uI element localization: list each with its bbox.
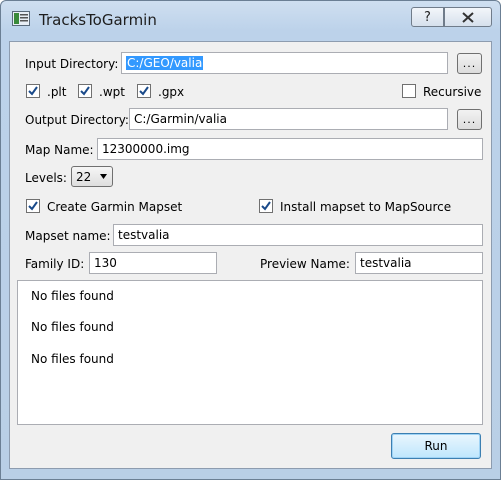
chevron-down-icon bbox=[100, 174, 107, 179]
recursive-checkbox[interactable] bbox=[402, 84, 416, 98]
preview-name-label: Preview Name: bbox=[260, 257, 350, 271]
check-icon bbox=[28, 201, 38, 211]
input-directory-field[interactable]: C:/GEO/valia bbox=[121, 52, 448, 74]
plt-checkbox[interactable] bbox=[26, 84, 40, 98]
close-button[interactable] bbox=[444, 7, 492, 27]
log-line: No files found bbox=[31, 289, 114, 303]
levels-value: 22 bbox=[76, 169, 92, 184]
input-browse-button[interactable]: ... bbox=[457, 53, 482, 74]
preview-name-field[interactable]: testvalia bbox=[355, 252, 483, 274]
wpt-label: .wpt bbox=[99, 85, 125, 99]
install-mapset-checkbox[interactable] bbox=[259, 199, 273, 213]
title-bar: TracksToGarmin ? bbox=[1, 1, 500, 35]
run-button[interactable]: Run bbox=[391, 433, 481, 459]
plt-label: .plt bbox=[47, 85, 67, 99]
help-button[interactable]: ? bbox=[411, 7, 444, 27]
log-output[interactable]: No files found No files found No files f… bbox=[17, 280, 483, 425]
install-mapset-label: Install mapset to MapSource bbox=[280, 200, 452, 214]
output-browse-button[interactable]: ... bbox=[457, 109, 482, 130]
wpt-checkbox[interactable] bbox=[78, 84, 92, 98]
log-line: No files found bbox=[31, 320, 114, 334]
family-id-field[interactable]: 130 bbox=[89, 252, 217, 274]
input-directory-label: Input Directory: bbox=[25, 57, 119, 71]
log-line: No files found bbox=[31, 352, 114, 366]
app-icon bbox=[12, 11, 30, 26]
help-icon: ? bbox=[424, 9, 431, 25]
family-id-label: Family ID: bbox=[25, 257, 85, 271]
check-icon bbox=[139, 86, 149, 96]
check-icon bbox=[80, 86, 90, 96]
mapset-name-label: Mapset name: bbox=[25, 229, 111, 243]
check-icon bbox=[261, 201, 271, 211]
output-directory-field[interactable]: C:/Garmin/valia bbox=[129, 108, 448, 130]
map-name-field[interactable]: 12300000.img bbox=[97, 138, 483, 160]
app-window: TracksToGarmin ? Input Directory: C:/GEO… bbox=[0, 0, 501, 480]
check-icon bbox=[28, 86, 38, 96]
gpx-checkbox[interactable] bbox=[137, 84, 151, 98]
gpx-label: .gpx bbox=[158, 85, 185, 99]
mapset-name-field[interactable]: testvalia bbox=[113, 224, 483, 246]
output-directory-label: Output Directory: bbox=[25, 113, 129, 127]
create-mapset-label: Create Garmin Mapset bbox=[47, 200, 183, 214]
create-mapset-checkbox[interactable] bbox=[26, 199, 40, 213]
input-directory-value: C:/GEO/valia bbox=[126, 56, 204, 70]
close-icon bbox=[462, 11, 474, 23]
levels-label: Levels: bbox=[25, 171, 67, 185]
map-name-label: Map Name: bbox=[25, 143, 94, 157]
window-title: TracksToGarmin bbox=[39, 11, 157, 29]
levels-select[interactable]: 22 bbox=[71, 166, 113, 187]
recursive-label: Recursive bbox=[423, 85, 482, 99]
